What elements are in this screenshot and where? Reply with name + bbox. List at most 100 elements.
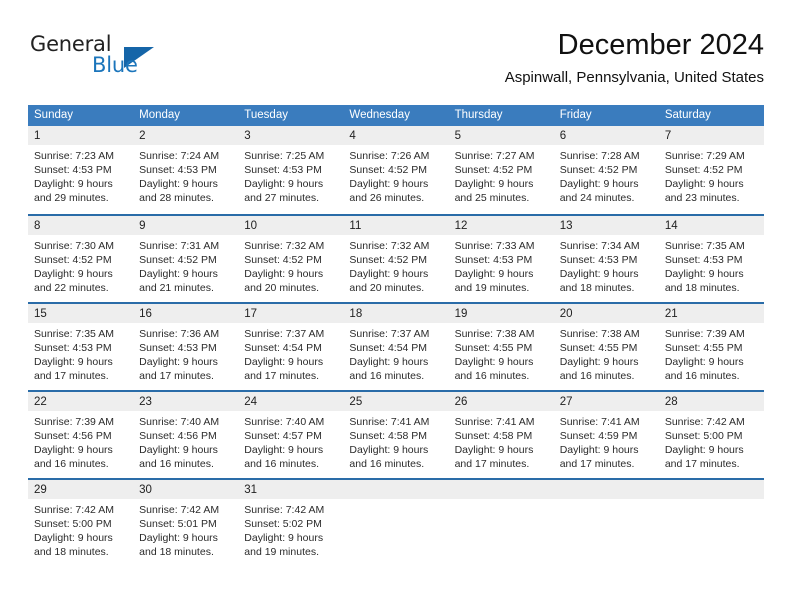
sunrise-text: Sunrise: 7:26 AM — [349, 150, 430, 162]
day-cell-empty — [658, 480, 764, 566]
day-cell[interactable]: 28 Sunrise: 7:42 AM Sunset: 5:00 PM Dayligh… — [658, 392, 764, 478]
daylight-text-line2: and 19 minutes. — [244, 546, 319, 558]
day-details: Sunrise: 7:42 AM Sunset: 5:00 PM Daylight:… — [659, 411, 764, 471]
day-cell[interactable]: 13 Sunrise: 7:34 AM Sunset: 4:53 PM Dayligh… — [553, 216, 659, 302]
sunset-text: Sunset: 4:55 PM — [559, 342, 638, 354]
day-number: 5 — [454, 130, 461, 142]
day-number-band: 21 — [658, 304, 764, 323]
daylight-text-line1: Daylight: 9 hours — [454, 356, 534, 368]
day-cell[interactable]: 27 Sunrise: 7:41 AM Sunset: 4:59 PM Dayligh… — [553, 392, 659, 478]
daylight-text-line2: and 16 minutes. — [349, 370, 425, 382]
day-details: Sunrise: 7:31 AM Sunset: 4:52 PM Daylight:… — [133, 235, 238, 295]
day-number: 28 — [664, 396, 678, 408]
day-details: Sunrise: 7:37 AM Sunset: 4:54 PM Daylight:… — [343, 323, 448, 383]
day-cell[interactable]: 26 Sunrise: 7:41 AM Sunset: 4:58 PM Dayligh… — [448, 392, 554, 478]
sunset-text: Sunset: 4:58 PM — [349, 430, 428, 442]
day-number-band: 26 — [448, 392, 554, 411]
day-number: 7 — [664, 130, 672, 142]
sunset-text: Sunset: 4:59 PM — [559, 430, 638, 442]
day-details — [554, 499, 659, 503]
day-cell[interactable]: 15 Sunrise: 7:35 AM Sunset: 4:53 PM Dayligh… — [28, 304, 134, 390]
day-details — [449, 499, 554, 503]
day-number-band: 4 — [343, 126, 449, 145]
day-cell[interactable]: 30 Sunrise: 7:42 AM Sunset: 5:01 PM Dayligh… — [133, 480, 239, 566]
day-cell[interactable]: 11 Sunrise: 7:32 AM Sunset: 4:52 PM Dayligh… — [343, 216, 449, 302]
day-number-band: 12 — [448, 216, 554, 235]
weekday-header-sunday: Sunday — [34, 109, 74, 121]
day-cell[interactable]: 18 Sunrise: 7:37 AM Sunset: 4:54 PM Dayligh… — [343, 304, 449, 390]
day-cell[interactable]: 10 Sunrise: 7:32 AM Sunset: 4:52 PM Dayligh… — [238, 216, 344, 302]
day-details: Sunrise: 7:25 AM Sunset: 4:53 PM Daylight:… — [238, 145, 343, 205]
daylight-text-line1: Daylight: 9 hours — [139, 178, 218, 190]
sunset-text: Sunset: 4:57 PM — [244, 430, 322, 442]
day-number-band: 16 — [133, 304, 239, 323]
sunrise-text: Sunrise: 7:32 AM — [349, 240, 430, 252]
daylight-text-line1: Daylight: 9 hours — [349, 178, 429, 190]
daylight-text-line2: and 23 minutes. — [664, 192, 740, 204]
day-cell[interactable]: 19 Sunrise: 7:38 AM Sunset: 4:55 PM Dayligh… — [448, 304, 554, 390]
day-cell[interactable]: 25 Sunrise: 7:41 AM Sunset: 4:58 PM Dayligh… — [343, 392, 449, 478]
calendar-week-row: 29 Sunrise: 7:42 AM Sunset: 5:00 PM Dayligh… — [28, 478, 764, 566]
day-number-band: 9 — [133, 216, 239, 235]
day-number: 9 — [139, 220, 146, 232]
day-cell[interactable]: 23 Sunrise: 7:40 AM Sunset: 4:56 PM Dayligh… — [133, 392, 239, 478]
page-header: General Blue December 2024 Aspinwall, Pe… — [28, 28, 764, 98]
day-cell-empty — [553, 480, 659, 566]
day-number-band: 10 — [238, 216, 344, 235]
day-cell[interactable]: 8 Sunrise: 7:30 AM Sunset: 4:52 PM Daylight… — [28, 216, 134, 302]
day-cell[interactable]: 31 Sunrise: 7:42 AM Sunset: 5:02 PM Dayligh… — [238, 480, 344, 566]
daylight-text-line1: Daylight: 9 hours — [559, 356, 639, 368]
day-cell[interactable]: 29 Sunrise: 7:42 AM Sunset: 5:00 PM Dayligh… — [28, 480, 134, 566]
day-cell[interactable]: 9 Sunrise: 7:31 AM Sunset: 4:52 PM Daylight… — [133, 216, 239, 302]
sunrise-text: Sunrise: 7:42 AM — [664, 416, 745, 428]
day-number: 24 — [244, 396, 258, 408]
calendar-table: Sunday Monday Tuesday Wednesday Thursday Frid… — [28, 105, 764, 566]
day-cell[interactable]: 6 Sunrise: 7:28 AM Sunset: 4:52 PM Daylight… — [553, 126, 659, 214]
day-details: Sunrise: 7:42 AM Sunset: 5:02 PM Daylight:… — [238, 499, 343, 559]
day-cell[interactable]: 17 Sunrise: 7:37 AM Sunset: 4:54 PM Dayligh… — [238, 304, 344, 390]
daylight-text-line1: Daylight: 9 hours — [244, 444, 324, 456]
sunset-text: Sunset: 4:52 PM — [349, 254, 428, 266]
day-cell[interactable]: 1 Sunrise: 7:23 AM Sunset: 4:53 PM Daylight… — [28, 126, 134, 214]
sunset-text: Sunset: 4:53 PM — [34, 342, 112, 354]
day-cell[interactable]: 5 Sunrise: 7:27 AM Sunset: 4:52 PM Daylight… — [448, 126, 554, 214]
day-details — [659, 499, 764, 503]
day-number-band: 14 — [658, 216, 764, 235]
day-details: Sunrise: 7:40 AM Sunset: 4:56 PM Daylight:… — [133, 411, 238, 471]
calendar-weeks: 1 Sunrise: 7:23 AM Sunset: 4:53 PM Daylight… — [28, 126, 764, 566]
daylight-text-line2: and 22 minutes. — [34, 282, 109, 294]
day-cell[interactable]: 3 Sunrise: 7:25 AM Sunset: 4:53 PM Daylight… — [238, 126, 344, 214]
day-cell[interactable]: 16 Sunrise: 7:36 AM Sunset: 4:53 PM Dayligh… — [133, 304, 239, 390]
day-cell[interactable]: 4 Sunrise: 7:26 AM Sunset: 4:52 PM Daylight… — [343, 126, 449, 214]
day-cell-empty — [343, 480, 449, 566]
day-cell[interactable]: 21 Sunrise: 7:39 AM Sunset: 4:55 PM Dayligh… — [658, 304, 764, 390]
weekday-header-tuesday: Tuesday — [244, 109, 288, 121]
day-details: Sunrise: 7:29 AM Sunset: 4:52 PM Daylight:… — [659, 145, 764, 205]
daylight-text-line1: Daylight: 9 hours — [244, 356, 324, 368]
sunset-text: Sunset: 4:54 PM — [244, 342, 322, 354]
day-cell[interactable]: 24 Sunrise: 7:40 AM Sunset: 4:57 PM Dayligh… — [238, 392, 344, 478]
day-number: 21 — [664, 308, 678, 320]
day-number-band — [448, 480, 554, 499]
day-cell[interactable]: 12 Sunrise: 7:33 AM Sunset: 4:53 PM Dayligh… — [448, 216, 554, 302]
sunset-text: Sunset: 4:52 PM — [244, 254, 322, 266]
day-cell[interactable]: 7 Sunrise: 7:29 AM Sunset: 4:52 PM Daylight… — [658, 126, 764, 214]
day-cell[interactable]: 22 Sunrise: 7:39 AM Sunset: 4:56 PM Dayligh… — [28, 392, 134, 478]
day-number-band: 17 — [238, 304, 344, 323]
day-number: 22 — [34, 396, 47, 408]
page-title: December 2024 — [557, 29, 764, 61]
daylight-text-line2: and 17 minutes. — [244, 370, 319, 382]
day-cell[interactable]: 2 Sunrise: 7:24 AM Sunset: 4:53 PM Daylight… — [133, 126, 239, 214]
daylight-text-line1: Daylight: 9 hours — [664, 178, 744, 190]
day-number-band: 20 — [553, 304, 659, 323]
sunset-text: Sunset: 4:52 PM — [34, 254, 112, 266]
general-blue-logo[interactable]: General Blue — [30, 32, 170, 88]
day-cell[interactable]: 20 Sunrise: 7:38 AM Sunset: 4:55 PM Dayligh… — [553, 304, 659, 390]
calendar-week-row: 1 Sunrise: 7:23 AM Sunset: 4:53 PM Daylight… — [28, 126, 764, 214]
day-number-band: 31 — [238, 480, 344, 499]
daylight-text-line2: and 18 minutes. — [34, 546, 109, 558]
day-number-band: 15 — [28, 304, 134, 323]
day-number-band: 5 — [448, 126, 554, 145]
day-cell[interactable]: 14 Sunrise: 7:35 AM Sunset: 4:53 PM Dayligh… — [658, 216, 764, 302]
day-number-band: 25 — [343, 392, 449, 411]
